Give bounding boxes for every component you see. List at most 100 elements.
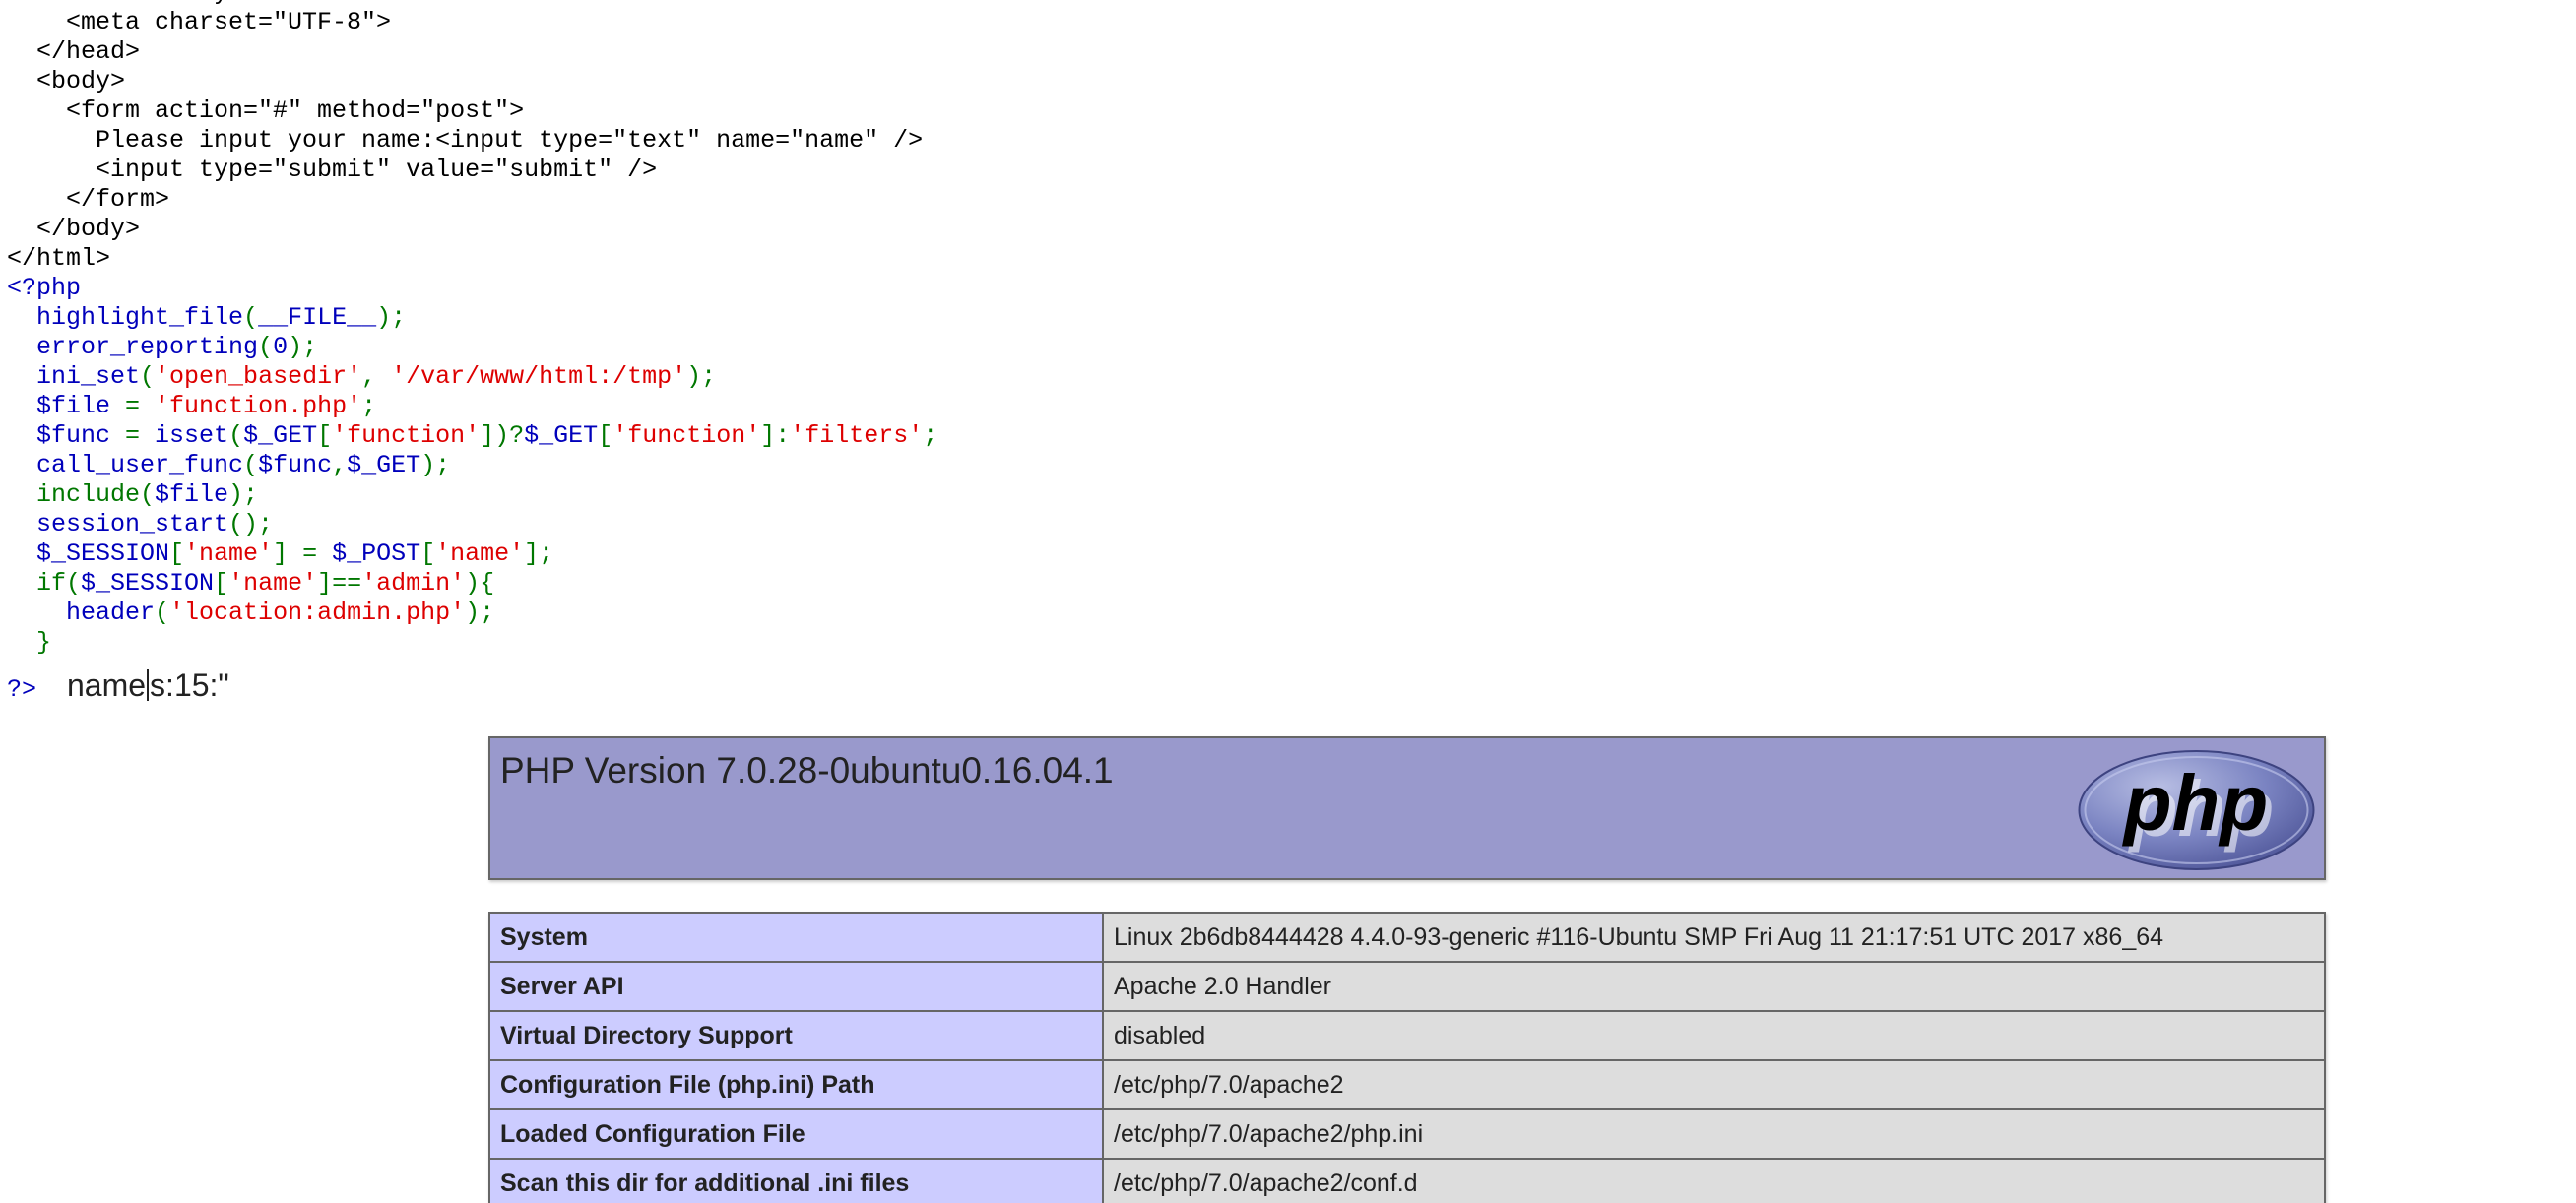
code-token: Please input your name:<input type="text… <box>7 126 924 155</box>
code-token: 'open_basedir' <box>155 362 362 391</box>
code-token: </body> <box>7 215 141 243</box>
code-line: if($_SESSION['name']=='admin'){ <box>7 569 937 599</box>
code-token: ; <box>361 392 377 420</box>
code-line: <input type="submit" value="submit" /> <box>7 156 937 185</box>
code-line: $_SESSION['name'] = $_POST['name']; <box>7 539 937 569</box>
code-token: (); <box>228 510 274 538</box>
code-token: ( <box>258 333 274 361</box>
code-token: [ <box>420 539 436 568</box>
session-output-after-caret: s:15:" <box>150 667 229 703</box>
code-token: 'name' <box>435 539 525 568</box>
phpinfo-key: Server API <box>488 961 1104 1012</box>
code-token: ); <box>686 362 717 391</box>
code-token: = <box>125 392 156 420</box>
code-token: 0 <box>273 333 289 361</box>
phpinfo-table: System Linux 2b6db8444428 4.4.0-93-generi… <box>488 912 2326 1203</box>
code-token: isset <box>155 421 229 450</box>
code-token: , <box>361 362 392 391</box>
code-token: <meta charset="UTF-8"> <box>7 8 392 36</box>
code-token: ( <box>243 451 259 479</box>
session-output-before-caret: name <box>67 667 147 703</box>
phpinfo-value: /etc/php/7.0/apache2 <box>1102 1059 2326 1110</box>
code-token: ( <box>140 362 156 391</box>
session-output-text: name s:15:" <box>67 664 229 707</box>
code-token: $file <box>7 392 126 420</box>
code-token: 'name' <box>228 569 318 598</box>
php-logo-text: php <box>2122 759 2269 847</box>
phpinfo-row: Loaded Configuration File/etc/php/7.0/ap… <box>488 1108 2326 1160</box>
code-token: = <box>125 421 156 450</box>
code-line: <body> <box>7 67 937 96</box>
phpinfo-key: Loaded Configuration File <box>488 1108 1104 1160</box>
php-version-title: PHP Version 7.0.28-0ubuntu0.16.04.1 <box>500 750 1114 791</box>
phpinfo-row: Server API Apache 2.0 Handler <box>488 961 2326 1012</box>
code-token: session_start <box>7 510 229 538</box>
code-token: $_GET <box>524 421 599 450</box>
code-line: <title>BabyPHP</title> <box>7 0 937 8</box>
code-token: 'name' <box>184 539 274 568</box>
code-token: ); <box>465 599 495 627</box>
code-line: </body> <box>7 215 937 244</box>
code-token: ){ <box>465 569 495 598</box>
phpinfo-value: /etc/php/7.0/apache2/php.ini <box>1102 1108 2326 1160</box>
code-token: ]; <box>524 539 554 568</box>
php-close-tag-line: ?> <box>7 664 36 707</box>
code-token: $func <box>258 451 333 479</box>
phpinfo-row: Scan this dir for additional .ini files /… <box>488 1158 2326 1203</box>
code-token: 'filters' <box>790 421 924 450</box>
code-token: ( <box>155 599 170 627</box>
code-line: <meta charset="UTF-8"> <box>7 8 937 37</box>
phpinfo-row: Configuration File (php.ini) Path/etc/ph… <box>488 1059 2326 1110</box>
code-token: ])? <box>480 421 525 450</box>
code-token: include( <box>7 480 156 509</box>
code-token: '/var/www/html:/tmp' <box>391 362 687 391</box>
phpinfo-header: PHP Version 7.0.28-0ubuntu0.16.04.1 php … <box>488 736 2326 880</box>
code-line: </head> <box>7 37 937 67</box>
code-token: 'function.php' <box>155 392 362 420</box>
code-line: </html> <box>7 244 937 274</box>
php-close-tag: ?> <box>7 674 37 704</box>
code-token: $_GET <box>243 421 318 450</box>
code-line: highlight_file(__FILE__); <box>7 303 937 333</box>
code-token: ]: <box>760 421 791 450</box>
code-line: session_start(); <box>7 510 937 539</box>
code-token: } <box>7 628 52 657</box>
code-token: <form action="#" method="post"> <box>7 96 525 125</box>
code-token: </head> <box>7 37 141 66</box>
code-token: ); <box>288 333 318 361</box>
phpinfo-key: Virtual Directory Support <box>488 1010 1104 1061</box>
code-line: ini_set('open_basedir', '/var/www/html:/… <box>7 362 937 392</box>
php-logo: php php <box>2078 750 2315 870</box>
code-line: call_user_func($func,$_GET); <box>7 451 937 480</box>
code-token: ); <box>420 451 451 479</box>
code-token: </html> <box>7 244 111 273</box>
code-token: ( <box>228 421 244 450</box>
code-token: ]== <box>317 569 362 598</box>
phpinfo-key: Configuration File (php.ini) Path <box>488 1059 1104 1110</box>
phpinfo-value: Apache 2.0 Handler <box>1102 961 2326 1012</box>
code-line: $file = 'function.php'; <box>7 392 937 421</box>
phpinfo-value: disabled <box>1102 1010 2326 1061</box>
text-cursor <box>147 669 150 701</box>
code-token: </form> <box>7 185 170 214</box>
code-token: 'admin' <box>361 569 466 598</box>
code-token: <title>BabyPHP</title> <box>7 0 391 7</box>
code-token: ini_set <box>7 362 141 391</box>
code-token: [ <box>317 421 333 450</box>
code-token: $file <box>155 480 229 509</box>
phpinfo-value: /etc/php/7.0/apache2/conf.d <box>1102 1158 2326 1203</box>
code-line: <form action="#" method="post"> <box>7 96 937 126</box>
phpinfo-row: System Linux 2b6db8444428 4.4.0-93-generi… <box>488 912 2326 963</box>
code-token: 'location:admin.php' <box>169 599 466 627</box>
phpinfo-row: Virtual Directory Support disabled <box>488 1010 2326 1061</box>
code-token: error_reporting <box>7 333 259 361</box>
phpinfo-key: Scan this dir for additional .ini files <box>488 1158 1104 1203</box>
code-line: } <box>7 628 937 658</box>
code-token: $_POST <box>332 539 421 568</box>
code-token: __FILE__ <box>258 303 377 332</box>
code-token: $func <box>7 421 126 450</box>
phpinfo-value: Linux 2b6db8444428 4.4.0-93-generic #116… <box>1102 912 2326 963</box>
code-line: <?php <box>7 274 937 303</box>
code-token: , <box>332 451 348 479</box>
highlighted-source-code: <title>BabyPHP</title> <meta charset="UT… <box>7 0 937 658</box>
